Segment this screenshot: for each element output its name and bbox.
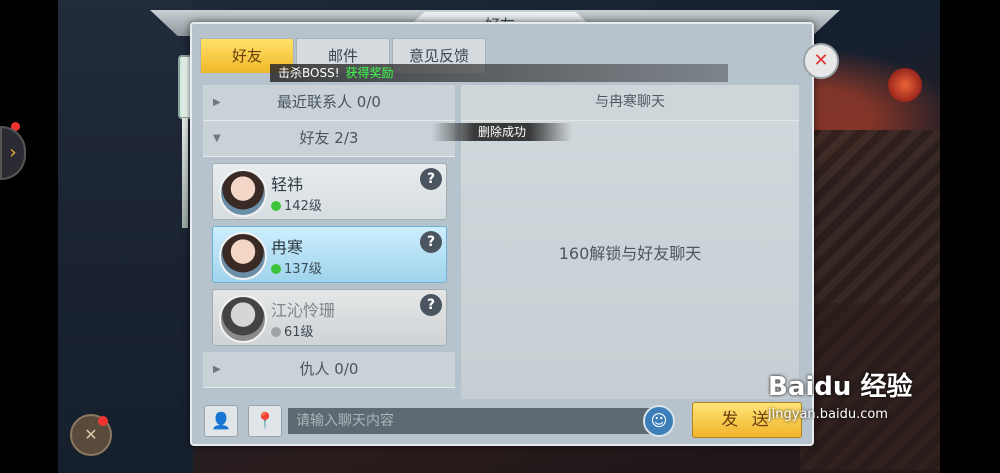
- letterbox-right: [940, 0, 1000, 473]
- friend-name: 轻祎: [271, 175, 304, 194]
- watermark: Baidu 经验 jingyan.baidu.com: [768, 366, 948, 456]
- chat-header: 与冉寒聊天: [461, 85, 799, 121]
- chevron-right-icon: ▶: [213, 364, 221, 375]
- notice-highlight: 获得奖励: [345, 66, 394, 80]
- avatar: [219, 169, 267, 217]
- friend-row[interactable]: 冉寒 137级 ?: [212, 226, 447, 283]
- help-icon[interactable]: ?: [420, 231, 442, 253]
- emoji-button[interactable]: ☺: [643, 405, 675, 437]
- lantern-icon: [888, 68, 922, 102]
- friend-level: 142级: [271, 195, 322, 214]
- chevron-right-icon: ▶: [213, 97, 221, 108]
- avatar: [219, 295, 267, 343]
- chat-input[interactable]: [288, 408, 650, 434]
- location-button[interactable]: 📍: [248, 405, 282, 437]
- group-label: 最近联系人 0/0: [277, 93, 381, 111]
- friend-row[interactable]: 轻祎 142级 ?: [212, 163, 447, 220]
- offline-status-icon: [271, 327, 281, 337]
- level-text: 142级: [284, 199, 322, 214]
- notice-text: 击杀BOSS!: [278, 66, 340, 80]
- online-status-icon: [271, 264, 281, 274]
- letterbox-left: [0, 0, 58, 473]
- help-icon[interactable]: ?: [420, 168, 442, 190]
- add-friend-button[interactable]: 👤: [204, 405, 238, 437]
- help-icon[interactable]: ?: [420, 294, 442, 316]
- group-enemies[interactable]: ▶ 仇人 0/0: [203, 352, 455, 388]
- notification-dot: [98, 416, 108, 426]
- toast-message: 删除成功: [432, 123, 572, 141]
- friend-row[interactable]: 江沁怜珊 61级 ?: [212, 289, 447, 346]
- group-label: 仇人 0/0: [299, 360, 359, 378]
- chat-input-bar: 👤 📍 ☺ 发 送: [200, 402, 805, 440]
- group-label: 好友 2/3: [299, 129, 359, 147]
- friend-list: ▶ 最近联系人 0/0 ▼ 好友 2/3 轻祎 142级 ? 冉寒 137级 ?…: [203, 85, 455, 399]
- friend-level: 61级: [271, 321, 314, 340]
- watermark-logo: Baidu 经验: [768, 372, 913, 402]
- level-text: 137级: [284, 262, 322, 277]
- friend-name: 江沁怜珊: [271, 301, 336, 320]
- location-pin-icon: 📍: [255, 411, 275, 430]
- smile-icon: ☺: [650, 411, 668, 430]
- friend-name: 冉寒: [271, 238, 304, 257]
- level-text: 61级: [284, 325, 314, 340]
- group-friends[interactable]: ▼ 好友 2/3: [203, 121, 455, 157]
- friend-level: 137级: [271, 258, 322, 277]
- system-notice: 击杀BOSS! 获得奖励: [270, 64, 728, 82]
- group-recent-contacts[interactable]: ▶ 最近联系人 0/0: [203, 85, 455, 121]
- chat-lock-message: 160解锁与好友聊天: [558, 244, 702, 263]
- background-wall: [58, 0, 193, 473]
- add-user-icon: 👤: [211, 411, 231, 430]
- watermark-url: jingyan.baidu.com: [768, 407, 888, 422]
- close-button[interactable]: ✕: [803, 43, 839, 79]
- chevron-down-icon: ▼: [213, 133, 221, 144]
- scroll-ornament-tail: [182, 118, 188, 228]
- online-status-icon: [271, 201, 281, 211]
- avatar: [219, 232, 267, 280]
